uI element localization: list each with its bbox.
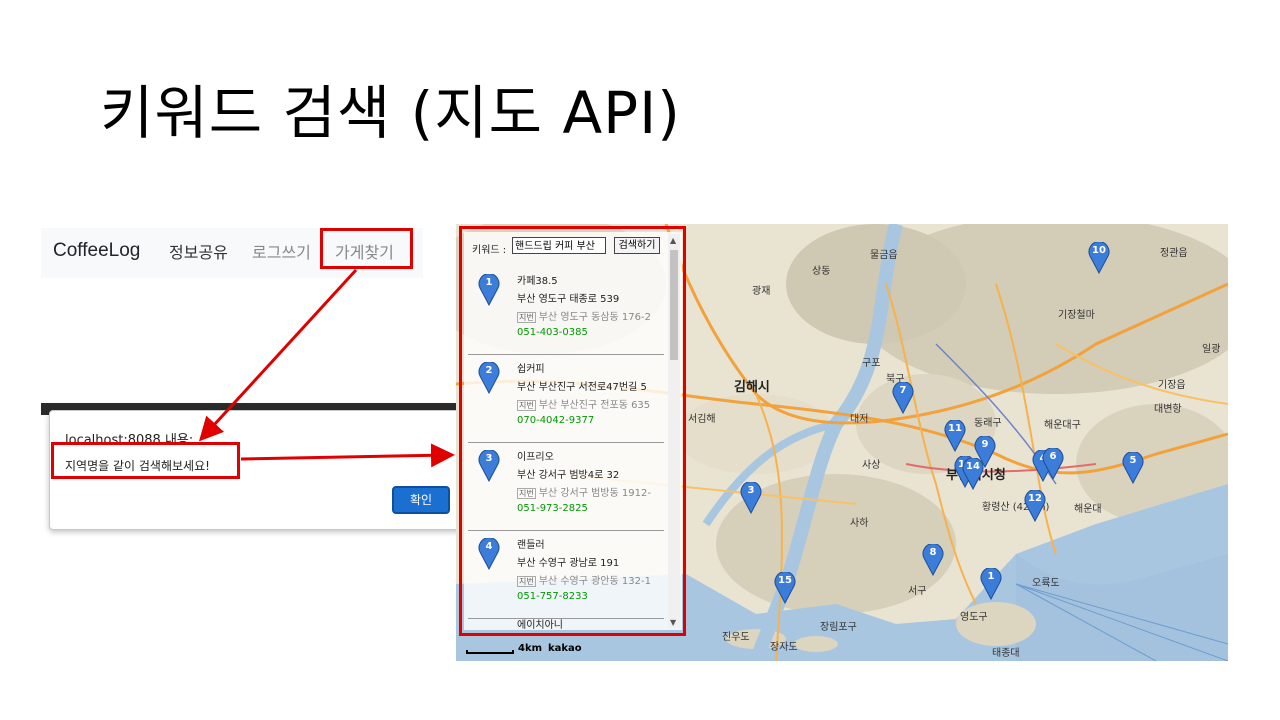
arrow-nav-to-alert [198, 268, 358, 442]
arrow-alert-to-panel [240, 443, 455, 468]
annotation-arrows [198, 268, 455, 468]
